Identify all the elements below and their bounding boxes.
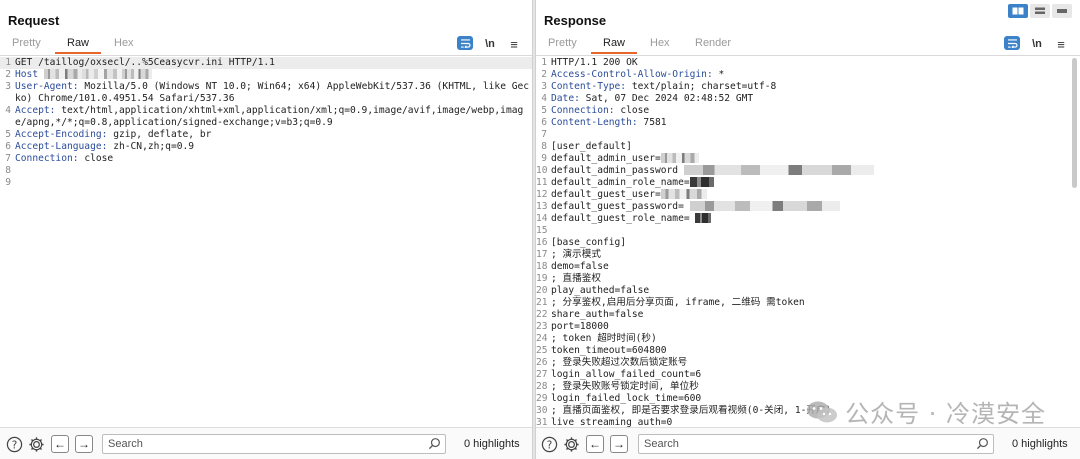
request-line: 5 Accept-Encoding: gzip, deflate, br [5,129,212,140]
response-line: 28; 登录失败账号锁定时间, 单位秒 [536,381,699,392]
response-line: 10 default_admin_password [536,165,1070,177]
response-line: 4 Date: Sat, 07 Dec 2024 02:48:52 GMT [541,93,754,104]
response-line: 13 default_guest_password= [536,201,1070,213]
response-title: Response [544,13,607,28]
redacted-host [43,69,82,79]
svg-text:?: ? [546,439,552,451]
word-wrap-icon[interactable] [457,36,473,50]
response-line: 11 default_admin_role_name= [536,177,1070,189]
response-menu-icon[interactable]: ≡ [1054,36,1068,52]
response-line: 26; 登录失败超过次数后锁定账号 [536,357,688,368]
response-search-input[interactable] [638,434,994,454]
response-line: 23 port=18000 [536,321,609,332]
request-title: Request [8,13,60,28]
search-icon [428,438,440,450]
request-line: 6 Accept-Language: zh-CN,zh;q=0.9 [5,141,195,152]
response-line: 15 [536,225,548,236]
request-tab-raw[interactable]: Raw [54,37,102,54]
request-editor[interactable]: 1 GET /taillog/oxsecl/..%5Ceasycvr.ini HT… [0,57,532,427]
layout-stacked-icon[interactable] [1030,4,1050,18]
request-line: 3 User-Agent: Mozilla/5.0 (Windows NT 10.… [5,81,530,104]
request-line: 7 Connection: close [5,153,114,164]
response-line: 31 live_streaming_auth=0 [536,417,673,427]
response-line: 16 [base_config] [536,237,627,248]
response-editor[interactable]: 1 HTTP/1.1 200 OK 2 Access-Control-Allow-O… [536,57,1070,427]
response-line: 12 default_guest_user= [536,189,1070,201]
request-highlights-count: 0 highlights [464,438,520,450]
response-line: 30; 直播页面鉴权, 即是否要求登录后观看视频(0-关闭, 1-开启) [536,405,832,416]
response-line: 20 play_authed=false [536,285,650,296]
response-pane: Response Pretty Raw Hex Render \n ≡ 1 HTT… [536,0,1080,459]
request-line: 9 [5,177,11,188]
response-tab-raw[interactable]: Raw [590,37,638,54]
svg-text:?: ? [11,439,17,451]
previous-arrow-icon[interactable]: ← [51,435,69,453]
request-tab-hex[interactable]: Hex [114,37,134,49]
request-menu-icon[interactable]: ≡ [507,36,521,52]
request-tab-pretty[interactable]: Pretty [12,37,41,49]
settings-gear-icon[interactable] [27,435,45,453]
redacted-value [695,213,712,223]
response-line: 6 Content-Length: 7581 [541,117,667,128]
response-tab-pretty[interactable]: Pretty [548,37,577,49]
request-line: 2 Host [0,69,532,81]
response-line: 25 token_timeout=604800 [536,345,667,356]
layout-side-by-side-icon[interactable] [1008,4,1028,18]
response-tabs: Pretty Raw Hex Render \n ≡ [536,36,1080,56]
response-highlights-count: 0 highlights [1012,438,1068,450]
response-line: 8 [user_default] [541,141,632,152]
show-newlines-button[interactable]: \n [483,36,497,52]
response-line: 21; 分享鉴权,启用后分享页面, iframe, 二维码 需token [536,297,805,308]
response-line: 27 login_allow_failed_count=6 [536,369,702,380]
help-icon[interactable]: ? [540,435,558,453]
request-line: 4 Accept: text/html,application/xhtml+xml… [5,105,524,128]
show-newlines-button[interactable]: \n [1030,36,1044,52]
response-line: 17; 演示模式 [536,249,601,260]
response-statusbar: ? ← → 0 highlights [536,427,1080,459]
response-line: 7 [541,129,547,140]
request-line: 8 [5,165,11,176]
response-line: 29 login_failed_lock_time=600 [536,393,702,404]
previous-arrow-icon[interactable]: ← [586,435,604,453]
response-line: 3 Content-Type: text/plain; charset=utf-8 [541,81,777,92]
response-line: 2 Access-Control-Allow-Origin: * [541,69,725,80]
redacted-value [660,189,707,199]
response-tab-render[interactable]: Render [695,37,731,49]
layout-switch [1008,4,1072,18]
response-scrollbar[interactable] [1072,58,1077,188]
layout-tabs-icon[interactable] [1052,4,1072,18]
next-arrow-icon[interactable]: → [75,435,93,453]
request-search-input[interactable] [102,434,446,454]
request-tabs: Pretty Raw Hex \n ≡ [0,36,532,56]
search-icon [976,438,988,450]
redacted-value [683,165,874,175]
next-arrow-icon[interactable]: → [610,435,628,453]
response-line: 22 share_auth=false [536,309,644,320]
request-statusbar: ? ← → 0 highlights [0,427,532,459]
response-tab-hex[interactable]: Hex [650,37,670,49]
settings-gear-icon[interactable] [562,435,580,453]
request-pane: Request Pretty Raw Hex \n ≡ 1 GET /taillo… [0,0,532,459]
redacted-value [689,201,840,211]
response-line: 1 HTTP/1.1 200 OK [541,57,638,68]
request-line: 1 GET /taillog/oxsecl/..%5Ceasycvr.ini HT… [0,57,532,69]
response-line: 5 Connection: close [541,105,650,116]
redacted-value [660,153,699,163]
word-wrap-icon[interactable] [1004,36,1020,50]
redacted-value [689,177,714,187]
response-line: 9 default_admin_user= [536,153,1070,165]
response-line: 18 demo=false [536,261,609,272]
response-line: 24; token 超时时间(秒) [536,333,657,344]
response-line: 14 default_guest_role_name= [536,213,1070,225]
help-icon[interactable]: ? [5,435,23,453]
response-line: 19; 直播鉴权 [536,273,601,284]
